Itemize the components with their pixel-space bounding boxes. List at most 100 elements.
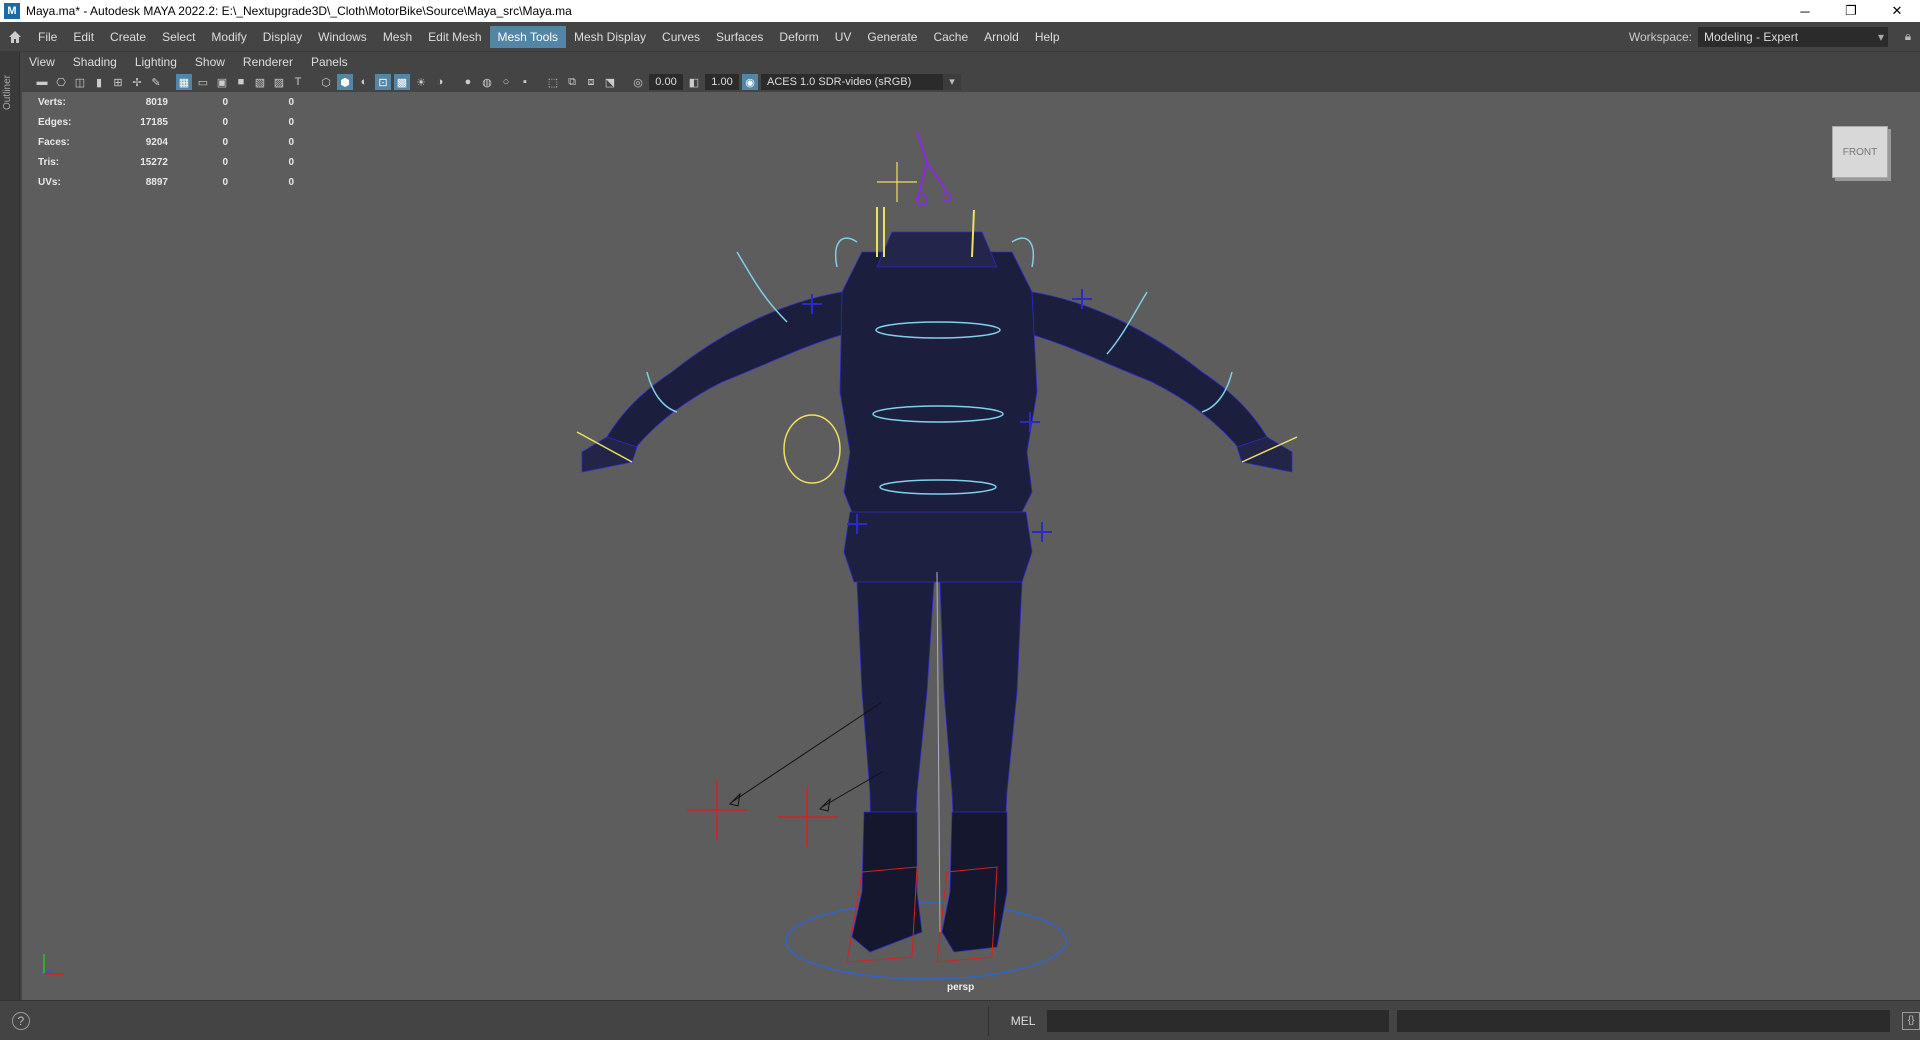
wireframe-on-shaded-icon[interactable]: ⊡ xyxy=(375,74,391,90)
menu-mesh[interactable]: Mesh xyxy=(375,26,420,48)
menu-edit-mesh[interactable]: Edit Mesh xyxy=(420,26,489,48)
hud-value-selected: 0 xyxy=(222,156,228,168)
menu-curves[interactable]: Curves xyxy=(654,26,708,48)
hud-value-object: 8897 xyxy=(145,176,168,188)
use-all-lights-icon[interactable]: ☀ xyxy=(413,74,429,90)
panel-menu-show[interactable]: Show xyxy=(186,55,234,69)
panel-menu-view[interactable]: View xyxy=(20,55,64,69)
left-tool-strip: Outliner xyxy=(0,52,20,1000)
help-icon[interactable]: ? xyxy=(12,1011,30,1030)
color-space-dropdown[interactable]: ACES 1.0 SDR-video (sRGB) ▾ xyxy=(761,74,961,90)
lock-icon[interactable]: 🔒︎ xyxy=(1896,29,1920,44)
image-plane-icon[interactable]: ⊞ xyxy=(110,74,126,90)
safe-title-icon[interactable]: T xyxy=(290,74,306,90)
wireframe-icon[interactable]: ⬡ xyxy=(318,74,334,90)
menu-cache[interactable]: Cache xyxy=(925,26,976,48)
default-material-icon[interactable]: ◐ xyxy=(356,74,372,90)
smooth-shade-icon[interactable]: ⬢ xyxy=(337,74,353,90)
bookmark-icon[interactable]: ▮ xyxy=(91,74,107,90)
mel-language-toggle[interactable]: MEL xyxy=(1011,1014,1036,1028)
poly-count-hud: Verts: 8019 0 0 Edges: 17185 0 0 Faces: … xyxy=(38,92,308,192)
divider xyxy=(987,1005,989,1036)
minimize-button[interactable]: ─ xyxy=(1782,0,1828,22)
gamma-field[interactable]: 1.00 xyxy=(705,74,739,90)
resolution-gate-icon[interactable]: ▣ xyxy=(214,74,230,90)
outliner-tab[interactable]: Outliner xyxy=(2,62,18,122)
menu-modify[interactable]: Modify xyxy=(203,26,254,48)
neck-control-left xyxy=(876,207,885,257)
menu-display[interactable]: Display xyxy=(255,26,310,48)
panel-menu-lighting[interactable]: Lighting xyxy=(126,55,186,69)
exposure-field[interactable]: 0.00 xyxy=(649,74,683,90)
menu-generate[interactable]: Generate xyxy=(859,26,925,48)
close-button[interactable]: ✕ xyxy=(1874,0,1920,22)
film-gate-icon[interactable]: ▭ xyxy=(195,74,211,90)
screen-space-ao-icon[interactable]: ● xyxy=(460,74,476,90)
2d-pan-zoom-icon[interactable]: ✢ xyxy=(129,74,145,90)
exposure-icon[interactable]: ◎ xyxy=(630,74,646,90)
depth-of-field-icon[interactable]: ▪ xyxy=(517,74,533,90)
field-chart-icon[interactable]: ▧ xyxy=(252,74,268,90)
panel-menu-bar: View Shading Lighting Show Renderer Pane… xyxy=(20,52,1920,72)
color-space-value: ACES 1.0 SDR-video (sRGB) xyxy=(767,76,912,88)
menu-select[interactable]: Select xyxy=(154,26,203,48)
script-editor-icon[interactable]: {} xyxy=(1902,1011,1920,1030)
workspace-dropdown[interactable]: Modeling - Expert ▾ xyxy=(1698,26,1888,47)
command-line-bar: ? MEL {} xyxy=(0,1000,1920,1040)
bookmarks-icon[interactable]: ◫ xyxy=(72,74,88,90)
xray-joints-icon[interactable]: ⬔ xyxy=(602,74,618,90)
maya-app-icon: M xyxy=(4,3,20,19)
hud-value-components: 0 xyxy=(288,116,294,128)
motion-blur-icon[interactable]: ◍ xyxy=(479,74,495,90)
axis-gizmo-icon xyxy=(43,954,64,975)
color-management-icon[interactable]: ◉ xyxy=(742,74,758,90)
hud-value-object: 9204 xyxy=(145,136,168,148)
menu-deform[interactable]: Deform xyxy=(771,26,826,48)
hud-value-selected: 0 xyxy=(222,96,228,108)
anti-aliasing-icon[interactable]: ○ xyxy=(498,74,514,90)
restore-button[interactable]: ❐ xyxy=(1828,0,1874,22)
panel-menu-panels[interactable]: Panels xyxy=(302,55,357,69)
hud-value-object: 17185 xyxy=(140,116,168,128)
right-arm-mesh xyxy=(1021,291,1268,453)
gate-mask-icon[interactable]: ■ xyxy=(233,74,249,90)
ground-control-circle xyxy=(785,902,1067,980)
hud-label: Edges: xyxy=(38,116,72,128)
camera-attributes-icon[interactable]: ⎔ xyxy=(53,74,69,90)
menu-help[interactable]: Help xyxy=(1027,26,1068,48)
hud-value-components: 0 xyxy=(288,156,294,168)
xray-icon[interactable]: ⧉ xyxy=(564,74,580,90)
home-icon[interactable] xyxy=(0,22,30,52)
menu-arnold[interactable]: Arnold xyxy=(976,26,1027,48)
hud-value-object: 8019 xyxy=(145,96,168,108)
view-cube[interactable]: FRONT xyxy=(1832,126,1888,178)
hud-row-uvs: UVs: 8897 0 0 xyxy=(38,172,308,192)
jaw-joint xyxy=(942,192,952,202)
shadows-icon[interactable]: ◑ xyxy=(432,74,448,90)
head-locator xyxy=(877,162,917,202)
menu-edit[interactable]: Edit xyxy=(65,26,102,48)
safe-action-icon[interactable]: ▨ xyxy=(271,74,287,90)
panel-menu-renderer[interactable]: Renderer xyxy=(234,55,302,69)
grid-icon[interactable]: ▦ xyxy=(176,74,192,90)
menu-mesh-display[interactable]: Mesh Display xyxy=(566,26,654,48)
command-input[interactable] xyxy=(1047,1009,1389,1032)
perspective-viewport[interactable]: Verts: 8019 0 0 Edges: 17185 0 0 Faces: … xyxy=(22,92,1920,1000)
hud-row-tris: Tris: 15272 0 0 xyxy=(38,152,308,172)
menu-file[interactable]: File xyxy=(30,26,65,48)
gamma-icon[interactable]: ◧ xyxy=(686,74,702,90)
pole-vector-right xyxy=(777,787,837,847)
camera-select-icon[interactable]: ▬ xyxy=(34,74,50,90)
panel-menu-shading[interactable]: Shading xyxy=(64,55,126,69)
hip-mesh xyxy=(843,511,1033,583)
menu-mesh-tools[interactable]: Mesh Tools xyxy=(489,25,566,48)
menu-surfaces[interactable]: Surfaces xyxy=(708,26,771,48)
textured-icon[interactable]: ▩ xyxy=(394,74,410,90)
grease-pencil-icon[interactable]: ✎ xyxy=(148,74,164,90)
left-boot-mesh xyxy=(851,811,923,953)
menu-create[interactable]: Create xyxy=(102,26,154,48)
xray-active-components-icon[interactable]: ⧈ xyxy=(583,74,599,90)
menu-uv[interactable]: UV xyxy=(827,26,860,48)
menu-windows[interactable]: Windows xyxy=(310,26,375,48)
isolate-select-icon[interactable]: ⬚ xyxy=(545,74,561,90)
